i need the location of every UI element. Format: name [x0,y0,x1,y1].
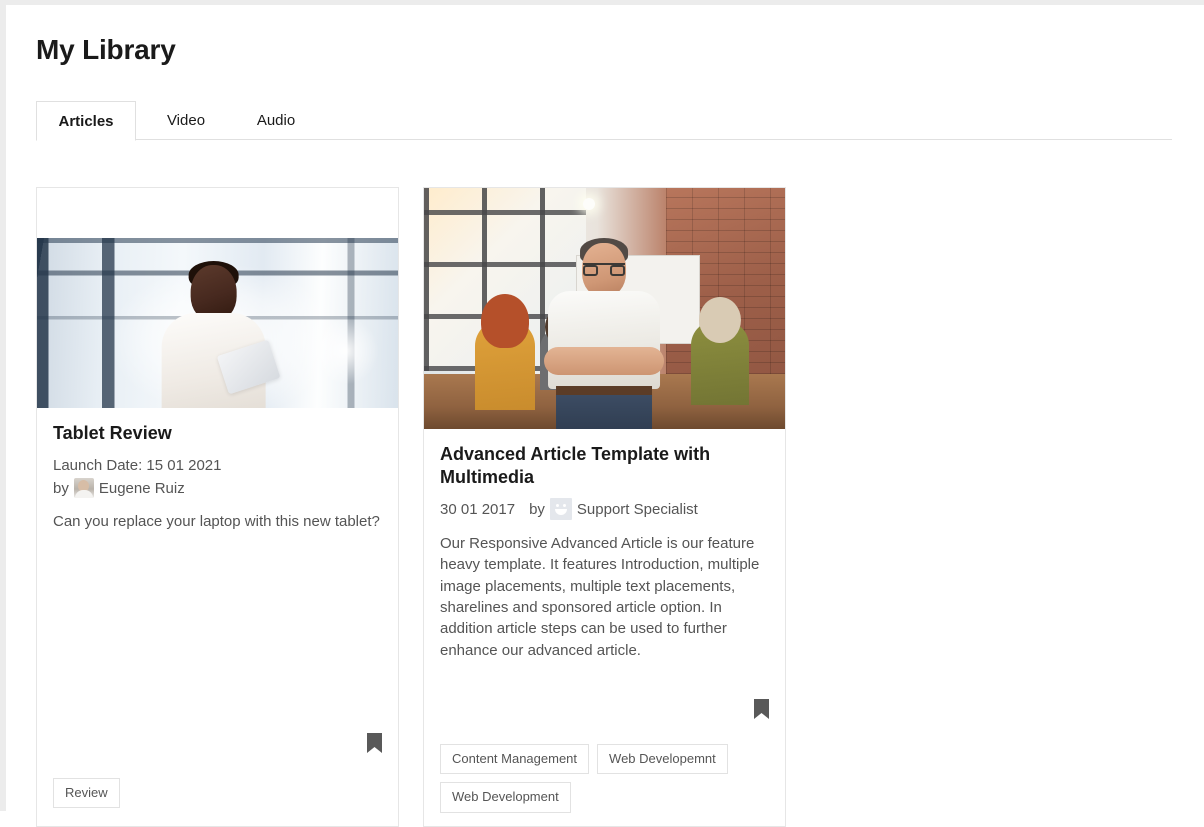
tag-list: Content Management Web Developemnt Web D… [440,744,773,813]
by-label: by [529,500,545,518]
article-card[interactable]: Tablet Review Launch Date: 15 01 2021 by… [36,187,399,827]
bookmark-row [367,733,382,753]
tab-bar: Articles Video Audio [36,101,1172,141]
tag-item[interactable]: Web Development [440,782,571,813]
tab-articles[interactable]: Articles [36,101,136,141]
bookmark-icon[interactable] [367,733,382,753]
card-body: Advanced Article Template with Multimedi… [424,429,785,661]
avatar [549,498,572,521]
card-date: Launch Date: 15 01 2021 [53,457,222,475]
tag-item[interactable]: Content Management [440,744,590,775]
tab-video[interactable]: Video [148,101,224,140]
tab-video-label: Video [166,112,206,129]
page-title: My Library [36,34,176,65]
card-body: Tablet Review Launch Date: 15 01 2021 by… [37,408,398,532]
tab-audio[interactable]: Audio [238,101,314,140]
card-thumbnail [424,188,785,429]
card-thumbnail [37,238,398,408]
card-description: Can you replace your laptop with this ne… [53,513,380,531]
card-author-line: by Eugene Ruiz [53,478,382,499]
tag-list: Review [53,778,386,809]
avatar [73,478,94,499]
bookmark-row [754,699,769,719]
card-author: Support Specialist [576,500,698,518]
card-title: Advanced Article Template with Multimedi… [440,444,711,488]
card-title: Tablet Review [53,423,172,443]
card-author-line: 30 01 2017 by Support Specialist [440,498,769,521]
tab-articles-label: Articles [58,113,114,130]
tab-audio-label: Audio [256,112,296,129]
bookmark-icon[interactable] [754,699,769,719]
by-label: by [53,479,69,497]
card-top-spacer [37,188,398,238]
card-date: 30 01 2017 [440,500,516,518]
library-page: My Library Articles Video Audio Tablet R… [6,5,1204,827]
tag-item[interactable]: Review [53,778,120,809]
card-description: Our Responsive Advanced Article is our f… [440,535,760,659]
article-card[interactable]: Advanced Article Template with Multimedi… [423,187,786,827]
card-author: Eugene Ruiz [98,479,185,497]
tag-item[interactable]: Web Developemnt [597,744,728,775]
